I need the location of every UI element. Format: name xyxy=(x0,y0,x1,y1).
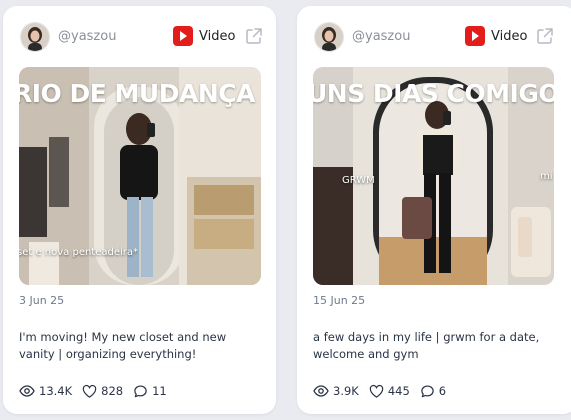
thumbnail-caption-overlay: set e nova penteadeira* xyxy=(19,247,139,258)
comments-count: 6 xyxy=(438,384,447,398)
username[interactable]: @yaszou xyxy=(352,29,410,44)
heart-icon xyxy=(369,384,384,398)
comments-stat: 11 xyxy=(133,384,167,399)
engagement-stats: 3.9K 445 6 xyxy=(313,382,456,400)
content-type-label: Video xyxy=(491,29,528,44)
comment-icon xyxy=(421,384,434,397)
heart-icon xyxy=(82,384,97,398)
external-link-icon[interactable] xyxy=(245,27,263,45)
youtube-icon xyxy=(173,26,193,46)
username[interactable]: @yaszou xyxy=(58,29,116,44)
content-type-label: Video xyxy=(199,29,236,44)
thumbnail-title-overlay: RIO DE MUDANÇA xyxy=(19,79,255,108)
comments-stat: 6 xyxy=(420,384,446,399)
video-description: a few days in my life | grwm for a date,… xyxy=(313,330,540,361)
card-header: @yaszou Video xyxy=(20,22,264,52)
video-card[interactable]: @yaszou Video UNS DIAS COMIGO GRWM mi 15… xyxy=(297,6,571,414)
video-description: I'm moving! My new closet and new vanity… xyxy=(19,330,227,361)
likes-stat: 828 xyxy=(82,384,123,399)
card-header: @yaszou Video xyxy=(314,22,565,52)
avatar[interactable] xyxy=(314,22,344,52)
views-stat: 13.4K xyxy=(19,383,72,399)
views-count: 13.4K xyxy=(39,384,73,398)
youtube-icon xyxy=(465,26,485,46)
likes-count: 445 xyxy=(387,384,410,398)
comments-count: 11 xyxy=(152,384,167,398)
views-stat: 3.9K xyxy=(313,383,359,399)
post-date: 3 Jun 25 xyxy=(19,294,65,307)
post-date: 15 Jun 25 xyxy=(313,294,366,307)
views-count: 3.9K xyxy=(333,384,359,398)
video-thumbnail[interactable]: UNS DIAS COMIGO GRWM mi xyxy=(313,67,554,285)
external-link-icon[interactable] xyxy=(536,27,554,45)
avatar[interactable] xyxy=(20,22,50,52)
eye-icon xyxy=(313,385,329,397)
video-card[interactable]: @yaszou Video RIO DE MUDANÇA set e nova … xyxy=(3,6,276,414)
thumbnail-grwm-overlay: GRWM xyxy=(342,175,375,186)
engagement-stats: 13.4K 828 11 xyxy=(19,382,177,400)
video-thumbnail[interactable]: RIO DE MUDANÇA set e nova penteadeira* xyxy=(19,67,261,285)
likes-stat: 445 xyxy=(369,384,410,399)
thumbnail-right-overlay: mi xyxy=(540,171,553,182)
eye-icon xyxy=(19,385,35,397)
comment-icon xyxy=(134,384,147,397)
likes-count: 828 xyxy=(101,384,124,398)
thumbnail-title-overlay: UNS DIAS COMIGO xyxy=(313,79,554,108)
